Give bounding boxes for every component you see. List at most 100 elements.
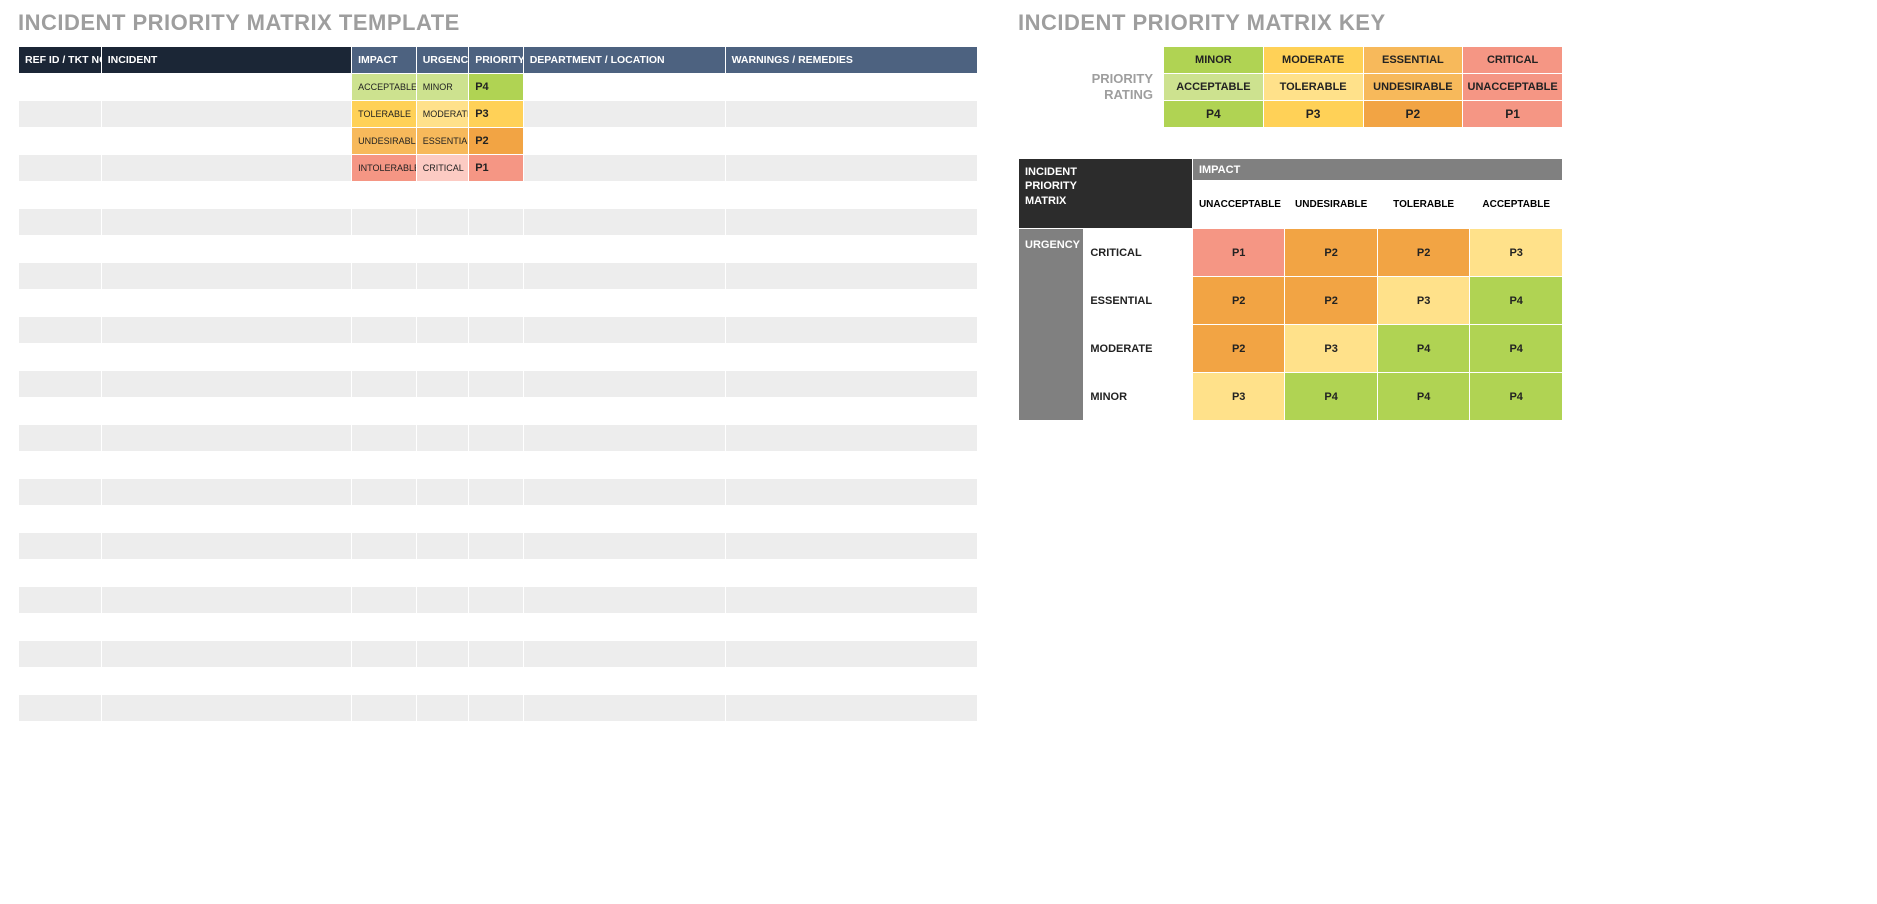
table-cell[interactable]: CRITICAL xyxy=(416,155,468,182)
table-cell[interactable] xyxy=(101,236,351,263)
table-cell[interactable] xyxy=(352,479,417,506)
table-cell[interactable] xyxy=(19,128,102,155)
table-cell[interactable] xyxy=(101,479,351,506)
table-cell[interactable] xyxy=(416,587,468,614)
table-cell[interactable]: ESSENTIAL xyxy=(416,128,468,155)
table-cell[interactable] xyxy=(19,425,102,452)
table-cell[interactable] xyxy=(469,695,524,722)
table-cell[interactable] xyxy=(352,425,417,452)
table-cell[interactable] xyxy=(101,506,351,533)
table-cell[interactable] xyxy=(19,641,102,668)
table-cell[interactable] xyxy=(469,614,524,641)
table-cell[interactable] xyxy=(523,344,725,371)
table-cell[interactable] xyxy=(352,695,417,722)
table-cell[interactable] xyxy=(352,560,417,587)
table-cell[interactable] xyxy=(101,587,351,614)
table-cell[interactable] xyxy=(352,587,417,614)
table-cell[interactable] xyxy=(352,344,417,371)
table-cell[interactable] xyxy=(725,506,977,533)
table-cell[interactable] xyxy=(725,587,977,614)
table-cell[interactable] xyxy=(416,641,468,668)
table-cell[interactable] xyxy=(725,425,977,452)
table-cell[interactable] xyxy=(416,695,468,722)
table-cell[interactable] xyxy=(523,317,725,344)
table-cell[interactable] xyxy=(469,560,524,587)
table-cell[interactable] xyxy=(523,290,725,317)
table-cell[interactable] xyxy=(469,263,524,290)
table-cell[interactable] xyxy=(352,290,417,317)
table-cell[interactable] xyxy=(416,317,468,344)
table-cell[interactable] xyxy=(101,398,351,425)
table-cell[interactable] xyxy=(523,479,725,506)
table-cell[interactable] xyxy=(469,533,524,560)
table-cell[interactable] xyxy=(19,317,102,344)
table-cell[interactable] xyxy=(469,209,524,236)
table-cell[interactable] xyxy=(416,290,468,317)
table-cell[interactable]: P2 xyxy=(469,128,524,155)
table-cell[interactable] xyxy=(725,398,977,425)
table-cell[interactable] xyxy=(725,614,977,641)
table-cell[interactable] xyxy=(523,452,725,479)
table-cell[interactable] xyxy=(725,182,977,209)
table-cell[interactable] xyxy=(19,371,102,398)
table-cell[interactable] xyxy=(416,479,468,506)
table-cell[interactable] xyxy=(523,182,725,209)
table-cell[interactable] xyxy=(416,452,468,479)
table-cell[interactable] xyxy=(416,398,468,425)
table-cell[interactable] xyxy=(19,668,102,695)
table-cell[interactable] xyxy=(725,236,977,263)
table-cell[interactable] xyxy=(725,317,977,344)
table-cell[interactable] xyxy=(523,614,725,641)
table-cell[interactable] xyxy=(101,209,351,236)
table-cell[interactable] xyxy=(101,74,351,101)
table-cell[interactable] xyxy=(469,290,524,317)
table-cell[interactable] xyxy=(725,371,977,398)
table-cell[interactable] xyxy=(523,560,725,587)
table-cell[interactable] xyxy=(523,263,725,290)
table-cell[interactable] xyxy=(416,560,468,587)
table-cell[interactable] xyxy=(352,263,417,290)
table-cell[interactable] xyxy=(725,668,977,695)
table-cell[interactable]: ACCEPTABLE xyxy=(352,74,417,101)
table-cell[interactable]: INTOLERABLE xyxy=(352,155,417,182)
table-cell[interactable] xyxy=(19,452,102,479)
table-cell[interactable] xyxy=(19,560,102,587)
table-cell[interactable] xyxy=(101,317,351,344)
table-cell[interactable] xyxy=(725,290,977,317)
table-cell[interactable] xyxy=(19,182,102,209)
table-cell[interactable] xyxy=(19,209,102,236)
table-cell[interactable] xyxy=(101,668,351,695)
table-cell[interactable] xyxy=(19,506,102,533)
table-cell[interactable] xyxy=(523,128,725,155)
table-cell[interactable] xyxy=(523,101,725,128)
table-cell[interactable] xyxy=(725,641,977,668)
table-cell[interactable] xyxy=(416,344,468,371)
table-cell[interactable] xyxy=(523,641,725,668)
table-cell[interactable] xyxy=(101,128,351,155)
table-cell[interactable] xyxy=(101,452,351,479)
table-cell[interactable] xyxy=(19,74,102,101)
table-cell[interactable] xyxy=(352,182,417,209)
table-cell[interactable] xyxy=(469,506,524,533)
table-cell[interactable] xyxy=(469,452,524,479)
table-cell[interactable] xyxy=(523,371,725,398)
table-cell[interactable] xyxy=(416,371,468,398)
table-cell[interactable] xyxy=(725,101,977,128)
table-cell[interactable] xyxy=(101,614,351,641)
table-cell[interactable] xyxy=(352,506,417,533)
table-cell[interactable] xyxy=(416,533,468,560)
table-cell[interactable] xyxy=(416,668,468,695)
table-cell[interactable] xyxy=(725,533,977,560)
table-cell[interactable] xyxy=(523,209,725,236)
table-cell[interactable] xyxy=(416,263,468,290)
table-cell[interactable] xyxy=(101,695,351,722)
table-cell[interactable] xyxy=(19,155,102,182)
table-cell[interactable] xyxy=(19,290,102,317)
table-cell[interactable] xyxy=(101,344,351,371)
table-cell[interactable] xyxy=(523,533,725,560)
table-cell[interactable] xyxy=(101,560,351,587)
table-cell[interactable] xyxy=(19,533,102,560)
table-cell[interactable] xyxy=(101,641,351,668)
table-cell[interactable] xyxy=(352,236,417,263)
table-cell[interactable] xyxy=(352,209,417,236)
